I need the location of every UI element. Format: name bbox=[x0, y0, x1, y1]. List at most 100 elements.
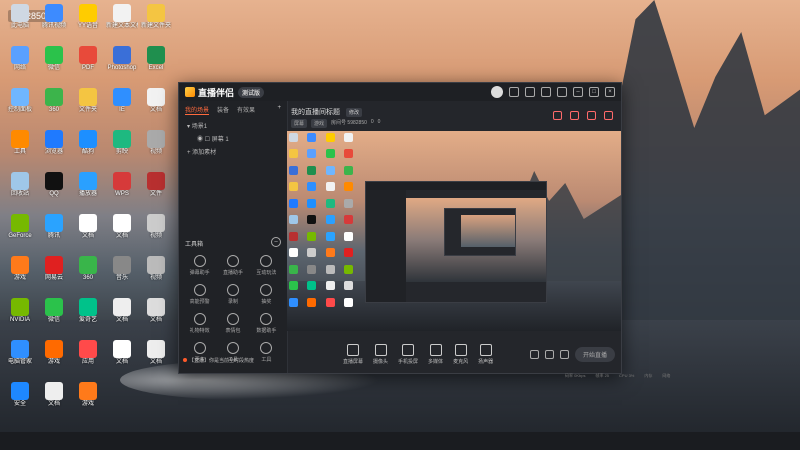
toolbox-item[interactable]: 互动玩法 bbox=[250, 255, 283, 276]
tab-equipment[interactable]: 装备 bbox=[217, 105, 229, 115]
scene-source[interactable]: ◉ ☐ 屏幕 1 bbox=[179, 132, 287, 145]
desktop-icon[interactable]: 安全 bbox=[4, 382, 36, 408]
desktop-icon[interactable]: 视频 bbox=[140, 130, 172, 156]
tab-my-scenes[interactable]: 我的场景 bbox=[185, 105, 210, 115]
record-icon[interactable] bbox=[529, 349, 539, 359]
user-avatar[interactable] bbox=[491, 86, 503, 98]
toolbox-item[interactable]: 抽奖 bbox=[250, 284, 283, 305]
desktop-icon[interactable]: 文档 bbox=[72, 214, 104, 240]
desktop-icon[interactable]: 爱奇艺 bbox=[72, 298, 104, 324]
bell-icon[interactable] bbox=[587, 111, 596, 120]
maximize-icon[interactable]: □ bbox=[589, 87, 599, 97]
desktop-icon[interactable]: 文档 bbox=[106, 298, 138, 324]
share-icon[interactable] bbox=[604, 111, 613, 120]
desktop-icon[interactable]: 文件夹 bbox=[72, 88, 104, 114]
control-speaker[interactable]: 扬声器 bbox=[478, 343, 493, 365]
menu-icon[interactable] bbox=[557, 87, 567, 97]
desktop-icon[interactable]: 电脑管家 bbox=[4, 340, 36, 366]
desktop-icon[interactable]: 腾讯视频 bbox=[38, 4, 70, 30]
shop-icon[interactable] bbox=[570, 111, 579, 120]
toolbox-item[interactable]: 数据助手 bbox=[250, 313, 283, 334]
desktop-icon[interactable]: 文件 bbox=[140, 172, 172, 198]
desktop-icon[interactable]: WPS bbox=[106, 172, 138, 198]
scene-root[interactable]: ▾ 场景1 bbox=[179, 119, 287, 132]
desktop-icon[interactable]: 视频 bbox=[140, 214, 172, 240]
start-live-button[interactable]: 开始直播 bbox=[574, 346, 615, 362]
desktop-icon[interactable]: 新建文件夹 bbox=[140, 4, 172, 30]
toolbox-collapse-icon[interactable]: – bbox=[271, 237, 281, 247]
desktop-icon[interactable]: 文档 bbox=[140, 340, 172, 366]
toolbox-item[interactable]: 表情包 bbox=[216, 313, 249, 334]
app-icon bbox=[113, 172, 131, 190]
desktop-icon[interactable]: 应用 bbox=[72, 340, 104, 366]
type-chip[interactable]: 游戏 bbox=[311, 119, 328, 128]
desktop-icon[interactable]: PDF bbox=[72, 46, 104, 72]
desktop-icon[interactable]: 文档 bbox=[38, 382, 70, 408]
desktop-icon[interactable]: 剪映 bbox=[106, 130, 138, 156]
desktop-icon[interactable]: 文档 bbox=[140, 88, 172, 114]
toolbox-item[interactable]: 直播助手 bbox=[216, 255, 249, 276]
taskbar[interactable] bbox=[0, 432, 800, 450]
toolbox-item[interactable]: 礼物特效 bbox=[183, 313, 216, 334]
app-icon bbox=[79, 214, 97, 232]
control-mic[interactable]: 麦克风 bbox=[453, 343, 468, 365]
desktop-icon[interactable]: 游戏 bbox=[38, 340, 70, 366]
desktop-icon[interactable]: 网络 bbox=[4, 46, 36, 72]
desktop-icon[interactable]: 播放器 bbox=[72, 172, 104, 198]
toolbox-item-label: 抽奖 bbox=[261, 299, 272, 305]
control-phone[interactable]: 手机投屏 bbox=[398, 343, 418, 365]
desktop-icon[interactable]: 酷狗 bbox=[72, 130, 104, 156]
desktop-icon[interactable]: GeForce bbox=[4, 214, 36, 240]
desktop-icon[interactable]: QQ bbox=[38, 172, 70, 198]
settings-icon[interactable] bbox=[541, 87, 551, 97]
desktop-icon[interactable]: 视频 bbox=[140, 256, 172, 282]
toolbox-item[interactable]: 工具 bbox=[250, 342, 283, 363]
minimize-icon[interactable]: – bbox=[573, 87, 583, 97]
desktop-icon[interactable]: 微信 bbox=[38, 46, 70, 72]
desktop-icon[interactable]: 浏览器 bbox=[38, 130, 70, 156]
desktop-icon[interactable]: 微信 bbox=[38, 298, 70, 324]
control-media[interactable]: 多媒体 bbox=[428, 343, 443, 365]
desktop-icon[interactable]: YY语音 bbox=[72, 4, 104, 30]
desktop-icon[interactable]: 文档 bbox=[140, 298, 172, 324]
notice-bar[interactable]: 【直播】你是当前全时段热度 bbox=[183, 357, 254, 364]
tool-icon bbox=[260, 255, 273, 267]
screen-icon[interactable] bbox=[525, 87, 535, 97]
add-scene-plus-icon[interactable]: + bbox=[277, 105, 281, 115]
gift-icon[interactable] bbox=[553, 111, 562, 120]
desktop-icon[interactable]: 360 bbox=[72, 256, 104, 282]
desktop-icon[interactable]: 音乐 bbox=[106, 256, 138, 282]
desktop-icon[interactable]: 360 bbox=[38, 88, 70, 114]
desktop-icon[interactable]: NVIDIA bbox=[4, 298, 36, 324]
message-icon[interactable] bbox=[509, 87, 519, 97]
toolbox-item[interactable]: 弹幕助手 bbox=[183, 255, 216, 276]
desktop-icon[interactable]: 回收站 bbox=[4, 172, 36, 198]
toolbox-item[interactable]: 录制 bbox=[216, 284, 249, 305]
desktop-icon[interactable]: 文档 bbox=[106, 214, 138, 240]
desktop-icon[interactable]: 此电脑 bbox=[4, 4, 36, 30]
desktop-icon[interactable]: 游戏 bbox=[72, 382, 104, 408]
app-icon bbox=[147, 298, 165, 316]
gear-icon[interactable] bbox=[559, 349, 569, 359]
desktop-icon[interactable]: 控制面板 bbox=[4, 88, 36, 114]
desktop-icon[interactable]: IE bbox=[106, 88, 138, 114]
desktop-icon[interactable]: 文档 bbox=[106, 340, 138, 366]
control-screen[interactable]: 直播屏幕 bbox=[343, 343, 363, 365]
desktop-icon[interactable]: 网易云 bbox=[38, 256, 70, 282]
close-icon[interactable]: × bbox=[605, 87, 615, 97]
edit-title-button[interactable]: 修改 bbox=[345, 108, 362, 117]
desktop-icon[interactable]: 腾讯 bbox=[38, 214, 70, 240]
desktop-icon[interactable]: Photoshop bbox=[106, 46, 138, 72]
live-preview[interactable] bbox=[287, 131, 621, 331]
category-chip[interactable]: 屏幕 bbox=[291, 119, 308, 128]
desktop-icon-label: 文档 bbox=[149, 359, 162, 365]
desktop-icon[interactable]: 工具 bbox=[4, 130, 36, 156]
tab-effects[interactable]: 有效果 bbox=[237, 105, 255, 115]
control-camera[interactable]: 摄像头 bbox=[373, 343, 388, 365]
desktop-icon[interactable]: Excel bbox=[140, 46, 172, 72]
toolbox-item[interactable]: 高能预警 bbox=[183, 284, 216, 305]
eye-icon[interactable] bbox=[544, 349, 554, 359]
desktop-icon[interactable]: 游戏 bbox=[4, 256, 36, 282]
add-source[interactable]: + 添加素材 bbox=[179, 145, 287, 158]
desktop-icon[interactable]: 新建文本文档 bbox=[106, 4, 138, 30]
